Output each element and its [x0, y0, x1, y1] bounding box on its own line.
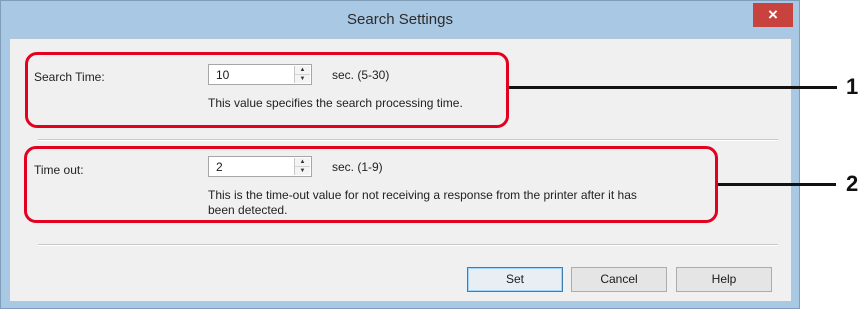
set-button[interactable]: Set	[467, 267, 563, 292]
separator	[38, 244, 778, 246]
callout-line-1	[509, 86, 837, 89]
separator	[38, 139, 778, 141]
close-button[interactable]: ×	[753, 3, 793, 27]
close-icon: ×	[768, 5, 778, 24]
callout-number-2: 2	[846, 171, 859, 196]
help-button[interactable]: Help	[676, 267, 772, 292]
cancel-button[interactable]: Cancel	[571, 267, 667, 292]
callout-line-2	[718, 183, 836, 186]
highlight-box-time-out	[24, 146, 718, 223]
callout-number-1: 1	[846, 74, 859, 99]
highlight-box-search-time	[25, 52, 509, 128]
title-bar: Search Settings ×	[1, 1, 799, 37]
dialog-title: Search Settings	[347, 11, 453, 28]
